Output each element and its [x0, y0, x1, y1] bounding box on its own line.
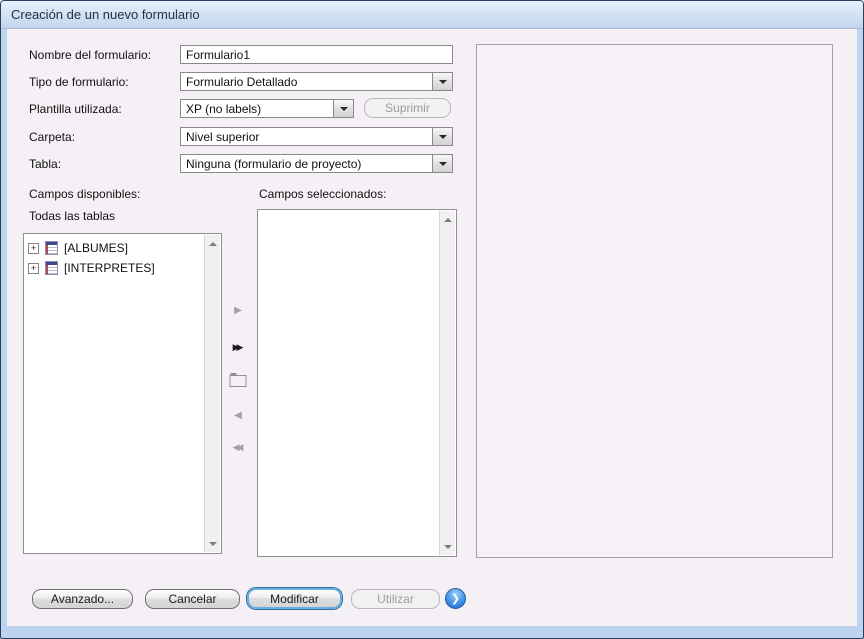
chevron-down-icon[interactable] — [333, 100, 353, 117]
dialog-window: Creación de un nuevo formulario Nombre d… — [0, 0, 864, 639]
scroll-up-icon[interactable] — [440, 212, 455, 227]
folder-value: Nivel superior — [181, 130, 432, 144]
form-preview-pane — [476, 44, 833, 558]
triangle-down-icon — [444, 545, 452, 549]
chevron-right-icon: ❯ — [451, 592, 460, 605]
move-left-button: ◀ — [234, 411, 242, 421]
selected-fields-list[interactable] — [257, 209, 457, 557]
template-combo[interactable]: XP (no labels) — [180, 99, 354, 118]
all-tables-label: Todas las tablas — [29, 209, 115, 223]
dropdown-arrow-icon — [439, 135, 447, 139]
form-type-label: Tipo de formulario: — [29, 75, 129, 89]
table-value: Ninguna (formulario de proyecto) — [181, 157, 432, 171]
next-arrow-button[interactable]: ❯ — [445, 588, 466, 609]
tree-item-interpretes[interactable]: + [INTERPRETES] — [28, 258, 203, 278]
tree-item-label[interactable]: [ALBUMES] — [64, 241, 128, 255]
suppress-button: Suprimir — [364, 98, 451, 118]
table-icon — [45, 241, 58, 255]
modify-button[interactable]: Modificar — [247, 588, 342, 609]
table-combo[interactable]: Ninguna (formulario de proyecto) — [180, 154, 453, 173]
cancel-button[interactable]: Cancelar — [145, 589, 240, 609]
available-fields-tree[interactable]: + [ALBUMES] + [INTERPRETES] — [23, 233, 222, 554]
folder-combo[interactable]: Nivel superior — [180, 127, 453, 146]
tree-scrollbar[interactable] — [204, 235, 220, 552]
triangle-up-icon — [444, 218, 452, 222]
move-all-left-button: ◀◀ — [233, 442, 244, 452]
tree-item-albumes[interactable]: + [ALBUMES] — [28, 238, 203, 258]
scroll-down-icon[interactable] — [205, 536, 220, 551]
available-fields-label: Campos disponibles: — [29, 187, 140, 201]
advanced-button[interactable]: Avanzado... — [32, 589, 133, 609]
expand-plus-icon[interactable]: + — [28, 263, 39, 274]
folder-label: Carpeta: — [29, 130, 75, 144]
window-title: Creación de un nuevo formulario — [11, 7, 200, 22]
chevron-down-icon[interactable] — [432, 155, 452, 172]
title-bar[interactable]: Creación de un nuevo formulario — [1, 1, 863, 29]
form-type-value: Formulario Detallado — [181, 75, 432, 89]
selected-scrollbar[interactable] — [439, 211, 455, 555]
dialog-content: Nombre del formulario: Tipo de formulari… — [7, 29, 857, 626]
template-label: Plantilla utilizada: — [29, 102, 122, 116]
form-name-label: Nombre del formulario: — [29, 48, 151, 62]
expand-plus-icon[interactable]: + — [28, 243, 39, 254]
folder-icon — [230, 375, 247, 387]
dropdown-arrow-icon — [439, 80, 447, 84]
dropdown-arrow-icon — [340, 107, 348, 111]
table-icon — [45, 261, 58, 275]
triangle-down-icon — [209, 542, 217, 546]
scroll-up-icon[interactable] — [205, 236, 220, 251]
chevron-down-icon[interactable] — [432, 128, 452, 145]
triangle-up-icon — [209, 242, 217, 246]
move-right-button: ▶ — [234, 306, 242, 316]
chevron-down-icon[interactable] — [432, 73, 452, 90]
tree-item-label[interactable]: [INTERPRETES] — [64, 261, 155, 275]
scroll-down-icon[interactable] — [440, 539, 455, 554]
use-button: Utilizar — [351, 589, 440, 609]
selected-fields-label: Campos seleccionados: — [259, 187, 386, 201]
dropdown-arrow-icon — [439, 162, 447, 166]
template-value: XP (no labels) — [181, 102, 333, 116]
move-all-right-button[interactable]: ▶▶ — [233, 342, 244, 352]
table-label: Tabla: — [29, 157, 61, 171]
form-type-combo[interactable]: Formulario Detallado — [180, 72, 453, 91]
form-name-input[interactable] — [180, 45, 453, 64]
